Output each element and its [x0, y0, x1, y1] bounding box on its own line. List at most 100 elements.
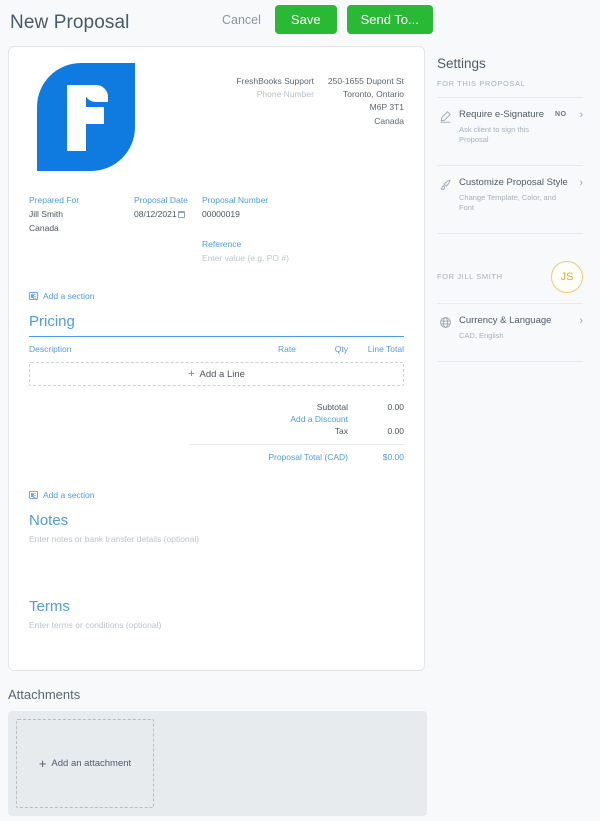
address-line-1: 250-1655 Dupont St: [327, 76, 404, 86]
logo-f-flag: [84, 85, 108, 102]
proposal-document-card: FreshBooks Support Phone Number 250-1655…: [8, 46, 425, 671]
add-section-button-top[interactable]: Add a section: [29, 291, 95, 301]
notes-title: Notes: [29, 512, 69, 530]
subtotal-label: Subtotal: [316, 402, 348, 413]
proposal-total-value: $0.00: [382, 452, 404, 463]
setting-sublabel: CAD, English: [459, 331, 504, 341]
add-section-icon: [29, 292, 38, 301]
signature-pen-icon: [439, 110, 452, 123]
business-name: FreshBooks Support: [236, 76, 314, 86]
prepared-for-name: Jill Smith: [29, 209, 64, 220]
status-badge: NO: [555, 111, 567, 118]
totals-section: Subtotal 0.00 Add a Discount Tax 0.00 Pr…: [189, 400, 404, 464]
proposal-total-label: Proposal Total (CAD): [268, 452, 348, 463]
reference-placeholder: Enter value (e.g. PO #): [202, 253, 289, 264]
logo-f-arm: [67, 107, 104, 124]
settings-sidebar: Settings FOR THIS PROPOSAL Require e-Sig…: [425, 46, 591, 362]
setting-require-esignature[interactable]: Require e-Signature Ask client to sign t…: [437, 98, 583, 156]
setting-label: Currency & Language: [459, 314, 552, 326]
avatar[interactable]: JS: [551, 260, 583, 293]
plus-icon: +: [38, 756, 47, 771]
business-phone-placeholder: Phone Number: [256, 89, 314, 100]
add-section-button-bottom[interactable]: Add a section: [29, 490, 95, 500]
topbar-actions: Cancel Save Send To...: [218, 5, 433, 34]
page-title: New Proposal: [10, 12, 130, 33]
tax-value: 0.00: [387, 426, 404, 437]
column-header-description: Description: [29, 344, 72, 355]
prepared-for-country: Canada: [29, 223, 59, 234]
proposal-date-label: Proposal Date: [134, 195, 188, 205]
totals-divider: [189, 444, 404, 446]
setting-label: Customize Proposal Style: [459, 176, 568, 188]
proposal-meta: Prepared For Jill Smith Canada Proposal …: [29, 193, 404, 265]
reference-field[interactable]: Reference Enter value (e.g. PO #): [202, 237, 332, 265]
add-section-label: Add a section: [43, 490, 95, 501]
address-line-4: Canada: [374, 115, 404, 126]
main-layout: FreshBooks Support Phone Number 250-1655…: [0, 46, 600, 671]
notes-placeholder: Enter notes or bank transfer details (op…: [29, 534, 200, 545]
paint-brush-icon: [439, 178, 452, 191]
setting-sublabel: Change Template, Color, and Font: [459, 193, 557, 212]
add-section-icon: [29, 491, 38, 500]
settings-caption-client: FOR JILL SMITH: [437, 272, 503, 282]
business-info: FreshBooks Support Phone Number 250-1655…: [236, 63, 404, 128]
business-address[interactable]: 250-1655 Dupont St Toronto, Ontario M6P …: [328, 75, 404, 128]
save-button[interactable]: Save: [274, 5, 337, 34]
attachments-title: Attachments: [8, 687, 81, 702]
subtotal-row: Subtotal 0.00: [189, 400, 404, 414]
pricing-title: Pricing: [29, 313, 75, 331]
add-section-label: Add a section: [43, 291, 95, 302]
add-discount-button[interactable]: Add a Discount: [290, 414, 404, 424]
proposal-date-field[interactable]: Proposal Date 08/12/2021: [134, 193, 202, 265]
subtotal-value: 0.00: [387, 402, 404, 413]
notes-section[interactable]: Notes Enter notes or bank transfer detai…: [29, 512, 404, 544]
add-discount-row: Add a Discount: [189, 414, 404, 424]
cancel-button[interactable]: Cancel: [218, 7, 265, 33]
notes-terms-spacer: [29, 544, 404, 586]
setting-label: Require e-Signature: [459, 109, 545, 120]
setting-currency-and-language[interactable]: Currency & Language CAD, English ›: [437, 304, 583, 352]
add-attachment-button[interactable]: + Add an attachment: [16, 719, 154, 808]
add-line-button[interactable]: + Add a Line: [29, 362, 404, 387]
freshbooks-logo-icon[interactable]: [37, 63, 135, 171]
sidebar-divider: [437, 232, 583, 234]
setting-customize-proposal-style[interactable]: Customize Proposal Style Change Template…: [437, 166, 583, 224]
tax-row[interactable]: Tax 0.00: [189, 424, 404, 438]
address-line-3: M6P 3T1: [369, 102, 404, 113]
add-line-label: Add a Line: [199, 368, 245, 380]
column-header-line-total: Line Total: [367, 344, 404, 355]
chevron-right-icon[interactable]: ›: [579, 177, 583, 189]
top-bar: New Proposal Cancel Save Send To...: [0, 0, 600, 46]
chevron-right-icon[interactable]: ›: [579, 110, 583, 121]
pricing-table-header: Description Rate Qty Line Total: [29, 337, 404, 362]
proposal-date-value-row: 08/12/2021: [134, 207, 202, 221]
tax-label: Tax: [334, 426, 348, 437]
globe-icon: [439, 316, 452, 329]
calendar-icon[interactable]: [177, 211, 185, 219]
reference-label: Reference: [202, 239, 242, 250]
chevron-right-icon[interactable]: ›: [579, 315, 583, 327]
proposal-number-label: Proposal Number: [202, 195, 269, 205]
attachments-section: Attachments + Add an attachment: [0, 687, 435, 816]
proposal-number-field[interactable]: Proposal Number 00000019 Reference Enter…: [202, 193, 332, 265]
prepared-for-field[interactable]: Prepared For Jill Smith Canada: [29, 193, 134, 265]
terms-placeholder: Enter terms or conditions (optional): [29, 620, 162, 631]
business-name-block[interactable]: FreshBooks Support Phone Number: [236, 75, 313, 128]
setting-texts: Require e-Signature Ask client to sign t…: [459, 109, 548, 145]
column-header-qty: Qty: [334, 344, 348, 355]
terms-section[interactable]: Terms Enter terms or conditions (optiona…: [29, 598, 404, 630]
add-attachment-label: Add an attachment: [51, 758, 132, 769]
setting-texts: Customize Proposal Style Change Template…: [459, 177, 572, 213]
column-header-rate: Rate: [278, 344, 296, 355]
client-header-row: FOR JILL SMITH JS: [437, 260, 583, 294]
attachments-panel: + Add an attachment: [8, 711, 427, 816]
proposal-date-value: 08/12/2021: [134, 209, 177, 220]
proposal-total-row: Proposal Total (CAD) $0.00: [189, 450, 404, 464]
plus-icon: +: [188, 367, 195, 380]
setting-texts: Currency & Language CAD, English: [459, 315, 572, 341]
document-header: FreshBooks Support Phone Number 250-1655…: [29, 63, 404, 175]
address-line-2: Toronto, Ontario: [343, 89, 404, 100]
proposal-number-value: 00000019: [202, 209, 240, 220]
send-to-button[interactable]: Send To...: [346, 5, 433, 34]
terms-title: Terms: [29, 598, 70, 616]
